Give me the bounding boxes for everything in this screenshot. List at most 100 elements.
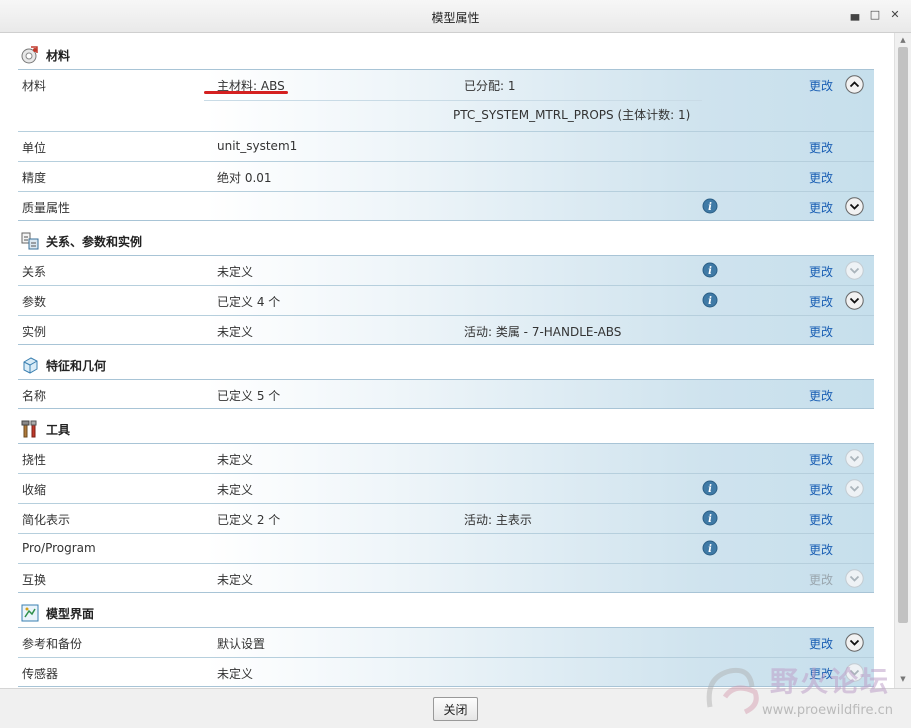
property-row: 实例 未定义 活动: 类属 - 7-HANDLE-ABS 更改: [18, 315, 874, 345]
property-row: 收缩 未定义 i 更改: [18, 473, 874, 503]
info-icon[interactable]: i: [702, 198, 718, 214]
property-label: Pro/Program: [22, 541, 96, 555]
property-label: 材料: [22, 79, 47, 93]
property-row: 名称 已定义 5 个 更改: [18, 379, 874, 409]
section-header: 材料: [18, 37, 874, 69]
section-title: 关系、参数和实例: [46, 235, 143, 249]
change-link: 更改: [809, 573, 834, 587]
property-value: unit_system1: [217, 139, 298, 153]
property-row: 参数 已定义 4 个 i 更改: [18, 285, 874, 315]
change-link[interactable]: 更改: [809, 199, 833, 216]
change-link[interactable]: 更改: [809, 451, 833, 468]
property-row: 质量属性 i 更改: [18, 191, 874, 221]
section-header: 特征和几何: [18, 347, 874, 379]
expand-chevron-icon[interactable]: [845, 197, 864, 216]
svg-text:i: i: [708, 296, 712, 307]
property-row: 挠性 未定义 更改: [18, 443, 874, 473]
property-status: 活动: 主表示: [464, 513, 532, 527]
property-value: 绝对 0.01: [217, 171, 272, 185]
property-label: 单位: [22, 141, 47, 155]
property-label: 实例: [22, 325, 47, 339]
title-bar: 模型属性 ▄ □ ✕: [0, 0, 911, 33]
property-value: 未定义: [217, 265, 254, 279]
window-title: 模型属性: [431, 11, 480, 25]
change-link[interactable]: 更改: [809, 541, 833, 558]
property-row: 互换 未定义 更改: [18, 563, 874, 593]
property-value: 未定义: [217, 667, 254, 681]
section-bottom-border: [18, 220, 874, 221]
change-link[interactable]: 更改: [809, 263, 833, 280]
property-value: 默认设置: [217, 637, 266, 651]
info-icon[interactable]: i: [702, 480, 718, 496]
section-bottom-border: [18, 686, 874, 687]
property-row: 关系 未定义 i 更改: [18, 255, 874, 285]
property-value: 已定义 2 个: [217, 513, 281, 527]
close-icon[interactable]: ✕: [888, 8, 902, 22]
change-link[interactable]: 更改: [809, 481, 833, 498]
property-label: 关系: [22, 265, 47, 279]
expand-chevron-icon: [845, 449, 864, 468]
material-icon: [20, 45, 40, 65]
property-value: 未定义: [217, 325, 254, 339]
expand-chevron-icon: [845, 569, 864, 588]
change-link[interactable]: 更改: [809, 635, 833, 652]
svg-text:i: i: [708, 514, 712, 525]
property-label: 挠性: [22, 453, 47, 467]
property-value: 未定义: [217, 483, 254, 497]
section-title: 模型界面: [46, 607, 95, 621]
expand-chevron-icon[interactable]: [845, 291, 864, 310]
change-link[interactable]: 更改: [809, 139, 833, 156]
info-icon[interactable]: i: [702, 262, 718, 278]
svg-text:i: i: [708, 266, 712, 277]
row-divider: [204, 100, 702, 101]
change-link[interactable]: 更改: [809, 387, 833, 404]
property-row: Pro/Program i 更改: [18, 533, 874, 563]
change-link[interactable]: 更改: [809, 665, 833, 682]
section-header: 模型界面: [18, 595, 874, 627]
relations-icon: [20, 231, 40, 251]
properties-panel: 材料 材料 主材料: ABS 已分配: 1 PTC_SYSTEM_MTRL_PROPS …: [0, 33, 894, 688]
change-link[interactable]: 更改: [809, 323, 833, 340]
info-icon[interactable]: i: [702, 292, 718, 308]
maximize-icon[interactable]: □: [868, 8, 882, 22]
change-link[interactable]: 更改: [809, 77, 833, 94]
minimize-icon[interactable]: ▄: [848, 8, 862, 22]
annotation-underline: [204, 91, 288, 94]
dialog-footer: 关闭: [0, 688, 911, 728]
property-row: 单位 unit_system1 更改: [18, 131, 874, 161]
section-title: 特征和几何: [46, 359, 107, 373]
info-icon[interactable]: i: [702, 540, 718, 556]
change-link[interactable]: 更改: [809, 511, 833, 528]
property-value: 已定义 4 个: [217, 295, 281, 309]
property-label: 互换: [22, 573, 47, 587]
info-icon[interactable]: i: [702, 510, 718, 526]
change-link[interactable]: 更改: [809, 293, 833, 310]
property-label: 精度: [22, 171, 47, 185]
collapse-chevron-icon[interactable]: [845, 75, 864, 94]
expand-chevron-icon: [845, 261, 864, 280]
section-title: 材料: [46, 49, 71, 63]
svg-text:i: i: [708, 484, 712, 495]
scroll-up-icon[interactable]: ▲: [898, 36, 908, 44]
property-status: 已分配: 1: [464, 79, 516, 93]
close-button[interactable]: 关闭: [433, 697, 478, 721]
section-bottom-border: [18, 592, 874, 593]
vertical-scrollbar[interactable]: ▲ ▼: [894, 33, 911, 688]
scroll-thumb[interactable]: [898, 47, 908, 623]
property-value: 已定义 5 个: [217, 389, 281, 403]
section-header: 工具: [18, 411, 874, 443]
svg-text:i: i: [708, 544, 712, 555]
section-title: 工具: [46, 423, 71, 437]
section-header: 关系、参数和实例: [18, 223, 874, 255]
property-label: 传感器: [22, 667, 59, 681]
property-row: 材料 主材料: ABS 已分配: 1 PTC_SYSTEM_MTRL_PROPS (主…: [18, 69, 874, 131]
expand-chevron-icon: [845, 479, 864, 498]
tools-icon: [20, 419, 40, 439]
model-interface-icon: [20, 603, 40, 623]
property-detail: PTC_SYSTEM_MTRL_PROPS (主体计数: 1): [453, 108, 691, 122]
change-link[interactable]: 更改: [809, 169, 833, 186]
expand-chevron-icon[interactable]: [845, 633, 864, 652]
section-bottom-border: [18, 344, 874, 345]
property-value: 未定义: [217, 573, 254, 587]
scroll-down-icon[interactable]: ▼: [898, 675, 908, 683]
